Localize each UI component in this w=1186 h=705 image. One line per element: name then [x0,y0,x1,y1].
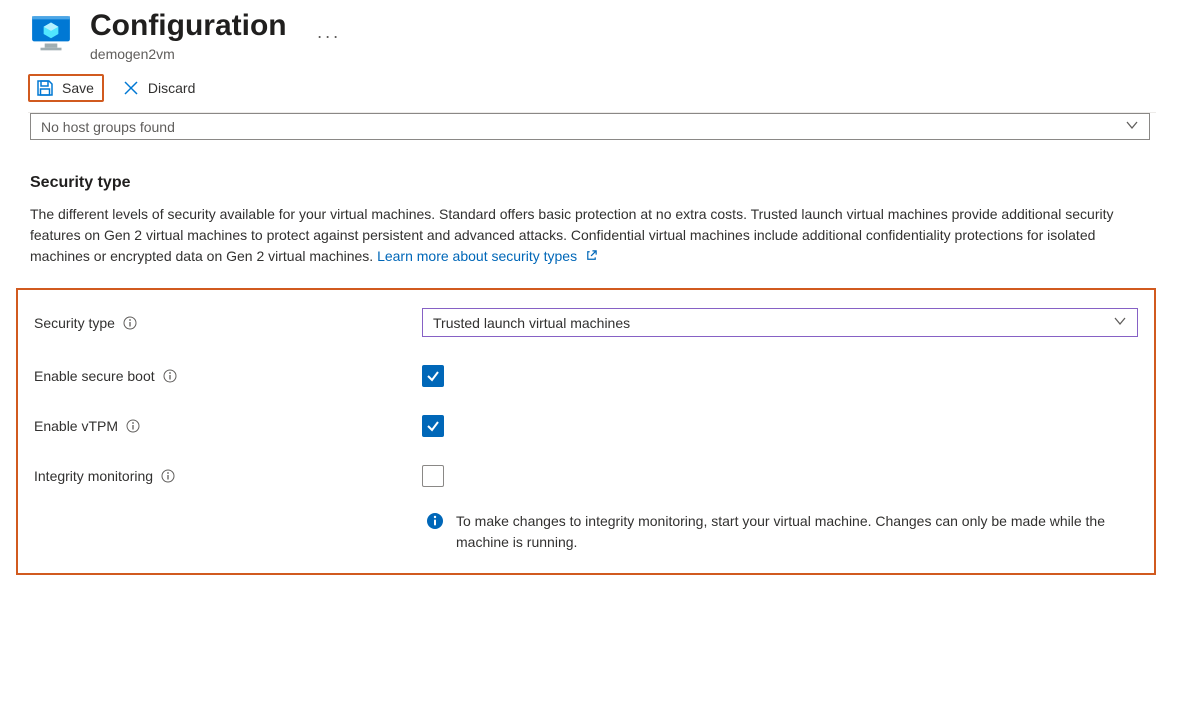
host-group-dropdown[interactable]: No host groups found [30,113,1150,140]
security-description: The different levels of security availab… [30,204,1140,268]
page-subtitle: demogen2vm [90,46,287,62]
learn-more-link[interactable]: Learn more about security types [377,248,598,264]
page-header: Configuration demogen2vm ··· [30,0,1156,62]
external-link-icon [585,247,598,268]
check-icon [426,419,440,433]
discard-button[interactable]: Discard [112,75,205,101]
vm-icon [30,12,72,54]
check-icon [426,369,440,383]
chevron-down-icon [1125,118,1139,135]
info-icon[interactable] [161,469,175,483]
page-title: Configuration [90,8,287,44]
secure-boot-checkbox[interactable] [422,365,444,387]
info-solid-icon [426,512,444,533]
integrity-monitoring-checkbox[interactable] [422,465,444,487]
host-group-placeholder: No host groups found [41,119,175,135]
more-actions-button[interactable]: ··· [317,26,341,47]
security-settings-panel: Security type Trusted launch virtual mac… [16,288,1156,575]
security-type-select[interactable]: Trusted launch virtual machines [422,308,1138,337]
vtpm-label: Enable vTPM [34,418,422,434]
integrity-monitoring-label: Integrity monitoring [34,468,422,484]
save-icon [36,79,54,97]
info-icon[interactable] [126,419,140,433]
close-icon [122,79,140,97]
security-type-label: Security type [34,315,422,331]
secure-boot-label: Enable secure boot [34,368,422,384]
integrity-note-text: To make changes to integrity monitoring,… [456,511,1126,553]
toolbar: Save Discard [28,62,1156,113]
integrity-note: To make changes to integrity monitoring,… [426,511,1126,553]
save-button[interactable]: Save [28,74,104,102]
info-icon[interactable] [163,369,177,383]
vtpm-checkbox[interactable] [422,415,444,437]
info-icon[interactable] [123,316,137,330]
discard-button-label: Discard [148,80,195,96]
security-type-value: Trusted launch virtual machines [433,315,630,331]
security-type-heading: Security type [30,174,1156,192]
save-button-label: Save [62,80,94,96]
chevron-down-icon [1113,314,1127,331]
